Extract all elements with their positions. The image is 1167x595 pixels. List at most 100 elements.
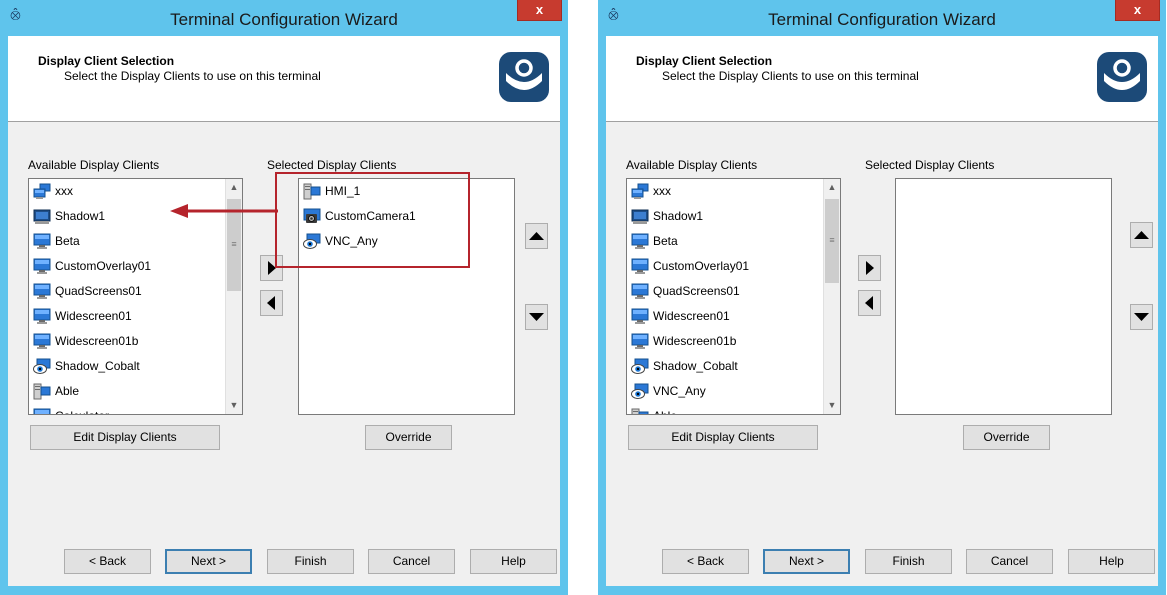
- list-item[interactable]: Beta: [627, 229, 840, 254]
- list-item-label: CustomOverlay01: [653, 259, 750, 273]
- list-item-label: xxx: [653, 184, 671, 198]
- back-button[interactable]: < Back: [662, 549, 749, 574]
- list-item[interactable]: VNC_Any: [627, 379, 840, 404]
- vnc-eye-icon: [631, 383, 649, 400]
- wizard-body: Display Client Selection Select the Disp…: [8, 36, 560, 586]
- list-item[interactable]: xxx: [29, 179, 242, 204]
- list-item[interactable]: Widescreen01b: [29, 329, 242, 354]
- list-item[interactable]: Able: [29, 379, 242, 404]
- close-button[interactable]: x: [1115, 0, 1160, 21]
- scroll-up-arrow-icon[interactable]: ▲: [824, 179, 840, 196]
- wizard-window-before: ⨶ Terminal Configuration Wizard x Displa…: [0, 0, 568, 595]
- hmi-terminal-icon: [33, 383, 51, 400]
- vnc-eye-icon: [631, 358, 649, 375]
- scroll-down-arrow-icon[interactable]: ▼: [824, 397, 840, 414]
- monitor-icon: [631, 333, 649, 350]
- arrow-up-icon: [529, 232, 544, 240]
- monitor-icon: [33, 258, 51, 275]
- available-list-scrollbar[interactable]: ▲ ≡ ▼: [823, 179, 840, 414]
- remove-client-button[interactable]: [260, 290, 283, 316]
- wizard-window-after: ⨶ Terminal Configuration Wizard x Displa…: [598, 0, 1166, 595]
- list-item[interactable]: Able: [627, 404, 840, 414]
- display-group-icon: [33, 183, 51, 200]
- arrow-left-icon: [267, 296, 275, 310]
- finish-button[interactable]: Finish: [267, 549, 354, 574]
- available-clients-label: Available Display Clients: [626, 158, 758, 172]
- monitor-icon: [33, 233, 51, 250]
- list-item[interactable]: Shadow_Cobalt: [29, 354, 242, 379]
- selected-clients-listbox[interactable]: [895, 178, 1112, 415]
- list-item[interactable]: Shadow_Cobalt: [627, 354, 840, 379]
- list-item[interactable]: Calculator: [29, 404, 242, 414]
- override-button[interactable]: Override: [365, 425, 452, 450]
- shadow-monitor-icon: [631, 208, 649, 225]
- edit-display-clients-button[interactable]: Edit Display Clients: [628, 425, 818, 450]
- move-down-button[interactable]: [1130, 304, 1153, 330]
- close-button[interactable]: x: [517, 0, 562, 21]
- monitor-icon: [631, 258, 649, 275]
- thinmanager-logo-icon: [1097, 52, 1147, 102]
- next-button[interactable]: Next >: [165, 549, 252, 574]
- list-item-label: VNC_Any: [653, 384, 706, 398]
- add-client-button[interactable]: [858, 255, 881, 281]
- cancel-button[interactable]: Cancel: [966, 549, 1053, 574]
- list-item-label: Beta: [653, 234, 678, 248]
- page-subtitle: Select the Display Clients to use on thi…: [64, 69, 321, 83]
- scroll-grip-icon: ≡: [829, 235, 835, 245]
- list-item[interactable]: Beta: [29, 229, 242, 254]
- page-subtitle: Select the Display Clients to use on thi…: [662, 69, 919, 83]
- list-item[interactable]: QuadScreens01: [29, 279, 242, 304]
- arrow-down-icon: [529, 313, 544, 321]
- selected-clients-label: Selected Display Clients: [267, 158, 397, 172]
- list-item-label: Able: [653, 409, 677, 414]
- list-item-label: Widescreen01b: [55, 334, 139, 348]
- move-up-button[interactable]: [525, 223, 548, 249]
- list-item-label: QuadScreens01: [55, 284, 142, 298]
- list-item-label: CustomOverlay01: [55, 259, 152, 273]
- scroll-down-arrow-icon[interactable]: ▼: [226, 397, 242, 414]
- available-clients-label: Available Display Clients: [28, 158, 160, 172]
- list-item[interactable]: CustomOverlay01: [627, 254, 840, 279]
- remove-client-button[interactable]: [858, 290, 881, 316]
- list-item-label: Shadow1: [653, 209, 704, 223]
- monitor-icon: [631, 308, 649, 325]
- title-bar[interactable]: ⨶ Terminal Configuration Wizard x: [598, 0, 1166, 36]
- available-clients-listbox[interactable]: xxx Shadow1 Beta CustomOverlay01 QuadScreens…: [626, 178, 841, 415]
- finish-button[interactable]: Finish: [865, 549, 952, 574]
- list-item[interactable]: CustomOverlay01: [29, 254, 242, 279]
- scroll-grip-icon: ≡: [231, 239, 237, 249]
- wizard-header: Display Client Selection Select the Disp…: [606, 36, 1158, 122]
- monitor-icon: [33, 333, 51, 350]
- list-item-label: xxx: [55, 184, 73, 198]
- move-down-button[interactable]: [525, 304, 548, 330]
- list-item-label: QuadScreens01: [653, 284, 740, 298]
- list-item-label: Shadow_Cobalt: [653, 359, 738, 373]
- cancel-button[interactable]: Cancel: [368, 549, 455, 574]
- move-up-button[interactable]: [1130, 222, 1153, 248]
- next-button[interactable]: Next >: [763, 549, 850, 574]
- list-item[interactable]: QuadScreens01: [627, 279, 840, 304]
- override-button[interactable]: Override: [963, 425, 1050, 450]
- help-button[interactable]: Help: [470, 549, 557, 574]
- page-title: Display Client Selection: [636, 54, 773, 68]
- edit-display-clients-button[interactable]: Edit Display Clients: [30, 425, 220, 450]
- list-item[interactable]: Widescreen01b: [627, 329, 840, 354]
- list-item-label: Calculator: [55, 409, 109, 414]
- arrow-down-icon: [1134, 313, 1149, 321]
- page-title: Display Client Selection: [38, 54, 175, 68]
- display-group-icon: [631, 183, 649, 200]
- list-item[interactable]: Widescreen01: [29, 304, 242, 329]
- scroll-thumb[interactable]: ≡: [825, 199, 839, 283]
- title-bar[interactable]: ⨶ Terminal Configuration Wizard x: [0, 0, 568, 36]
- help-button[interactable]: Help: [1068, 549, 1155, 574]
- hmi-terminal-icon: [631, 408, 649, 414]
- back-button[interactable]: < Back: [64, 549, 151, 574]
- list-item[interactable]: xxx: [627, 179, 840, 204]
- list-item[interactable]: Widescreen01: [627, 304, 840, 329]
- list-item-label: Widescreen01: [653, 309, 730, 323]
- arrow-up-icon: [1134, 231, 1149, 239]
- monitor-icon: [33, 308, 51, 325]
- list-item[interactable]: Shadow1: [627, 204, 840, 229]
- list-item-label: Widescreen01b: [653, 334, 737, 348]
- scroll-up-arrow-icon[interactable]: ▲: [226, 179, 242, 196]
